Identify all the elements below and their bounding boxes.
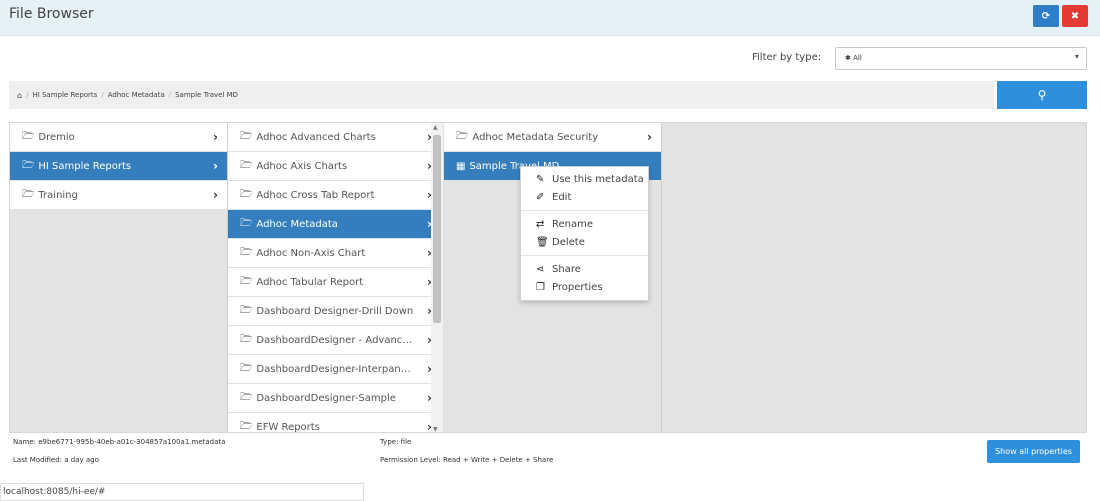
- table-icon: ▦: [456, 160, 466, 172]
- menu-divider: [521, 210, 648, 211]
- folder-icon: 🗁: [22, 188, 35, 200]
- folder-item[interactable]: 🗁 Adhoc Cross Tab Report ›: [228, 181, 441, 210]
- chevron-right-icon: ›: [213, 188, 218, 202]
- breadcrumb: ⌂ / HI Sample Reports / Adhoc Metadata /…: [9, 81, 994, 109]
- folder-icon: 🗁: [240, 188, 253, 200]
- breadcrumb-item[interactable]: HI Sample Reports: [32, 91, 97, 99]
- folder-icon: 🗁: [240, 420, 253, 432]
- menu-item-rename[interactable]: ⇄ Rename: [521, 215, 648, 233]
- folder-icon: 🗁: [240, 362, 253, 374]
- status-bar-url: localhost:8085/hi-ee/#: [0, 483, 364, 501]
- folder-item[interactable]: 🗁 Adhoc Non-Axis Chart ›: [228, 239, 441, 268]
- file-name-info: Name: e9be6771-995b-40eb-a01c-304857a100…: [13, 438, 226, 446]
- file-type-info: Type: file: [380, 438, 412, 446]
- folder-icon: 🗁: [240, 304, 253, 316]
- folder-icon: 🗁: [240, 275, 253, 287]
- share-icon: ⋖: [536, 263, 545, 275]
- folder-icon: 🗁: [240, 333, 253, 345]
- folder-item[interactable]: 🗁 Adhoc Advanced Charts ›: [228, 123, 441, 152]
- refresh-icon: ⟳: [1041, 10, 1051, 22]
- menu-item-properties[interactable]: ❐ Properties: [521, 278, 648, 296]
- folder-item-adhoc-metadata-security[interactable]: 🗁 Adhoc Metadata Security ›: [444, 123, 661, 152]
- folder-icon: 🗁: [240, 159, 253, 171]
- menu-item-delete[interactable]: 🗑 Delete: [521, 233, 648, 251]
- breadcrumb-item[interactable]: Adhoc Metadata: [108, 91, 165, 99]
- permission-info: Permission Level: Read + Write + Delete …: [380, 456, 554, 464]
- refresh-button[interactable]: ⟳: [1033, 5, 1059, 27]
- folder-item-adhoc-metadata[interactable]: 🗁 Adhoc Metadata ›: [228, 210, 441, 239]
- chevron-down-icon: ▾: [1074, 52, 1079, 61]
- scroll-up-icon[interactable]: ▲: [433, 124, 438, 131]
- folder-icon: 🗁: [240, 217, 253, 229]
- edit-icon: ✐: [536, 191, 545, 203]
- context-menu: ✎ Use this metadata ✐ Edit ⇄ Rename 🗑 Delete…: [520, 166, 649, 301]
- search-icon: ⚲: [1037, 88, 1047, 102]
- folder-icon: 🗁: [22, 130, 35, 142]
- folder-icon: 🗁: [240, 246, 253, 258]
- folder-item[interactable]: 🗁 Adhoc Tabular Report ›: [228, 268, 441, 297]
- breadcrumb-item-current: Sample Travel MD: [175, 91, 239, 99]
- scrollbar-thumb[interactable]: [433, 135, 441, 323]
- close-icon: ✖: [1070, 10, 1080, 22]
- folder-item[interactable]: 🗁 DashboardDesigner-Sample ›: [228, 384, 441, 413]
- folder-item[interactable]: 🗁 DashboardDesigner-InterpanelCo... ›: [228, 355, 441, 384]
- rename-icon: ⇄: [536, 218, 545, 230]
- home-icon[interactable]: ⌂: [17, 91, 22, 100]
- last-modified-info: Last Modified: a day ago: [13, 456, 99, 464]
- filter-label: Filter by type:: [752, 52, 822, 63]
- window-title: File Browser: [9, 6, 94, 22]
- folder-item-training[interactable]: 🗁 Training ›: [10, 181, 227, 210]
- folder-item[interactable]: 🗁 Dashboard Designer-Drill Down ›: [228, 297, 441, 326]
- folder-item-hi-sample-reports[interactable]: 🗁 HI Sample Reports ›: [10, 152, 227, 181]
- trash-icon: 🗑: [536, 236, 549, 248]
- chevron-right-icon: ›: [647, 130, 652, 144]
- folder-column-1: 🗁 Dremio › 🗁 HI Sample Reports › 🗁 Training ›: [10, 123, 228, 432]
- menu-item-edit[interactable]: ✐ Edit: [521, 188, 648, 206]
- folder-item[interactable]: 🗁 Adhoc Axis Charts ›: [228, 152, 441, 181]
- pencil-icon: ✎: [536, 173, 545, 185]
- show-all-properties-button[interactable]: Show all properties: [987, 440, 1080, 463]
- folder-column-2: 🗁 Adhoc Advanced Charts › 🗁 Adhoc Axis Char…: [228, 123, 442, 432]
- folder-item[interactable]: 🗁DashboardDesigner - Advanced M...›: [228, 326, 441, 355]
- folder-item[interactable]: 🗁 EFW Reports ›: [228, 413, 441, 432]
- window-header: File Browser ⟳ ✖: [0, 0, 1100, 36]
- folder-icon: 🗁: [240, 391, 253, 403]
- menu-item-use-metadata[interactable]: ✎ Use this metadata: [521, 170, 648, 188]
- close-button[interactable]: ✖: [1062, 5, 1088, 27]
- folder-item-dremio[interactable]: 🗁 Dremio ›: [10, 123, 227, 152]
- chevron-right-icon: ›: [213, 130, 218, 144]
- menu-divider: [521, 255, 648, 256]
- folder-icon: 🗁: [22, 159, 35, 171]
- filter-selected-value: ✱ All: [845, 54, 862, 62]
- folder-icon: 🗁: [240, 130, 253, 142]
- properties-icon: ❐: [536, 281, 545, 293]
- column-2-scrollbar[interactable]: ▲ ▼: [431, 123, 443, 432]
- search-button[interactable]: ⚲: [997, 81, 1087, 109]
- scroll-down-icon[interactable]: ▼: [433, 426, 438, 432]
- menu-item-share[interactable]: ⋖ Share: [521, 260, 648, 278]
- filter-type-select[interactable]: ✱ All ▾: [835, 47, 1087, 70]
- chevron-right-icon: ›: [213, 159, 218, 173]
- folder-icon: 🗁: [456, 130, 469, 142]
